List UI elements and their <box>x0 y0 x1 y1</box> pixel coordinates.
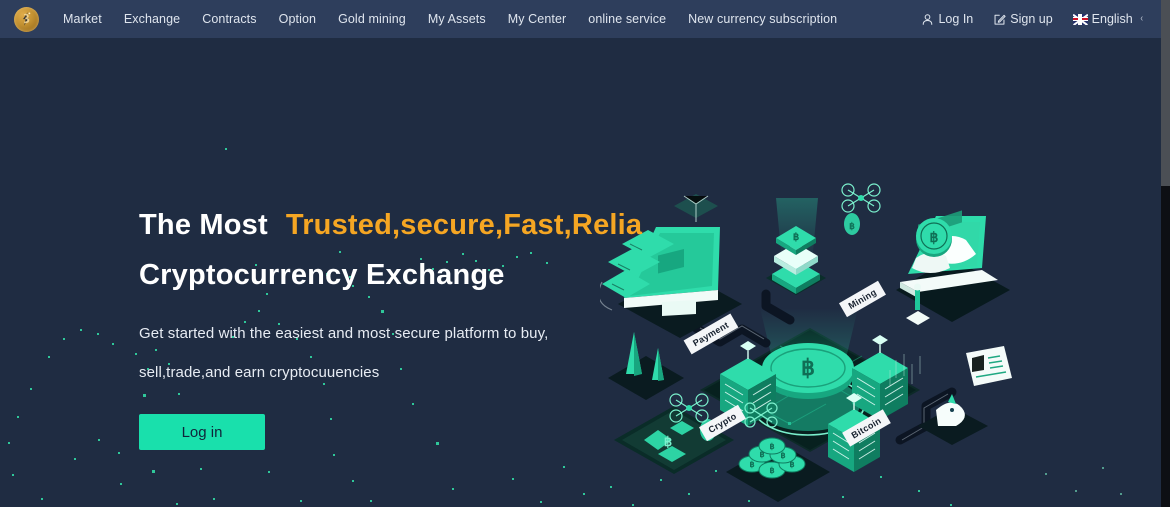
drone-top <box>841 183 881 213</box>
nav-account-actions: Log In Sign up English ‹ <box>911 0 1161 38</box>
page-scrollbar[interactable] <box>1161 0 1170 507</box>
chevron-down-icon: ‹ <box>1139 13 1143 24</box>
signup-button[interactable]: Sign up <box>983 0 1062 38</box>
login-cta-button[interactable]: Log in <box>139 414 265 450</box>
hero-section: The Most Trusted,secure,Fast,Relia Crypto… <box>0 38 1161 507</box>
svg-text:฿: ฿ <box>801 355 815 380</box>
isometric-crypto-scene: ฿ ฿ ฿ ฿ ฿฿ ฿฿ ฿฿ ฿ <box>600 183 1012 502</box>
signup-label: Sign up <box>1010 12 1053 26</box>
language-label: English <box>1091 12 1133 26</box>
login-button[interactable]: Log In <box>911 0 983 38</box>
logo-icon <box>13 6 39 32</box>
hero-subcopy: Get started with the easiest and most se… <box>139 314 639 392</box>
svg-text:฿: ฿ <box>769 442 774 451</box>
floating-coin-top-right: ฿ <box>844 213 860 235</box>
top-navigation-bar: Market Exchange Contracts Option Gold mi… <box>0 0 1161 38</box>
svg-text:฿: ฿ <box>930 229 939 245</box>
brand-logo[interactable] <box>0 0 52 38</box>
nav-links-list: Market Exchange Contracts Option Gold mi… <box>52 0 848 38</box>
hero-illustration: ฿ ฿ ฿ ฿ ฿ ฿ ฿ ฿ ฿ ฿ ฿ Payment Mining Cry… <box>600 178 1030 507</box>
svg-text:฿: ฿ <box>793 232 799 243</box>
uk-flag-icon <box>1072 13 1088 25</box>
lightning-b-glyph <box>23 12 31 26</box>
svg-text:฿: ฿ <box>769 466 774 475</box>
mining-laptop-node: ฿ <box>896 210 1010 325</box>
svg-text:฿: ฿ <box>759 450 764 459</box>
hero-subcopy-line2: sell,trade,and earn cryptocuuencies <box>139 364 380 381</box>
login-label: Log In <box>938 12 974 26</box>
svg-text:฿: ฿ <box>664 434 672 449</box>
svg-text:฿: ฿ <box>749 460 754 469</box>
hero-copy: The Most Trusted,secure,Fast,Relia Crypto… <box>139 200 643 450</box>
server-stack-right <box>852 335 908 420</box>
user-icon <box>921 13 934 26</box>
svg-text:฿: ฿ <box>789 460 794 469</box>
language-selector[interactable]: English ‹ <box>1063 0 1153 38</box>
nav-link-online-service[interactable]: online service <box>577 0 677 38</box>
svg-text:฿: ฿ <box>780 451 785 460</box>
nav-link-my-center[interactable]: My Center <box>497 0 578 38</box>
svg-text:฿: ฿ <box>849 221 855 231</box>
page-title: The Most Trusted,secure,Fast,Relia <box>139 200 643 250</box>
nav-link-gold-mining[interactable]: Gold mining <box>327 0 417 38</box>
hero-subcopy-line1: Get started with the easiest and most se… <box>139 325 549 342</box>
page-title-line2: Cryptocurrency Exchange <box>139 259 505 291</box>
scrollbar-thumb[interactable] <box>1161 0 1170 186</box>
nav-link-my-assets[interactable]: My Assets <box>417 0 497 38</box>
page-root: Market Exchange Contracts Option Gold mi… <box>0 0 1170 507</box>
nav-link-market[interactable]: Market <box>52 0 113 38</box>
pencil-square-icon <box>993 13 1006 26</box>
headline-accent: Trusted,secure,Fast,Relia <box>285 209 643 241</box>
headline-prefix: The Most <box>139 209 268 241</box>
nav-link-exchange[interactable]: Exchange <box>113 0 191 38</box>
blockchain-stack: ฿ <box>766 198 826 295</box>
chart-card <box>966 346 1012 386</box>
nav-link-option[interactable]: Option <box>268 0 327 38</box>
nav-link-new-currency-subscription[interactable]: New currency subscription <box>677 0 848 38</box>
nav-link-contracts[interactable]: Contracts <box>191 0 267 38</box>
bitcoin-coin-small: ฿ <box>916 218 952 257</box>
